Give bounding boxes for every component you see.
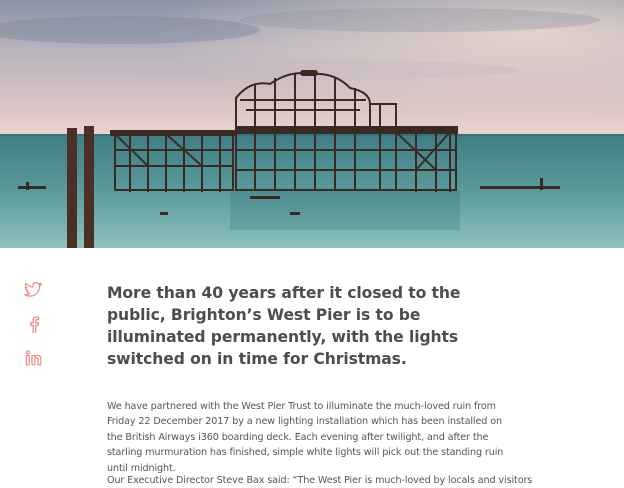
share-facebook-button[interactable] bbox=[24, 316, 48, 340]
article-lead: More than 40 years after it closed to th… bbox=[107, 284, 461, 368]
twitter-icon bbox=[24, 282, 42, 297]
article-content: More than 40 years after it closed to th… bbox=[107, 282, 532, 486]
linkedin-icon bbox=[25, 350, 42, 366]
article-page: More than 40 years after it closed to th… bbox=[0, 0, 624, 488]
share-bar bbox=[24, 280, 50, 384]
share-twitter-button[interactable] bbox=[24, 282, 48, 306]
hero-image bbox=[0, 0, 624, 248]
article-paragraph: Our Executive Director Steve Bax said: “… bbox=[107, 475, 533, 486]
article-paragraph: We have partnered with the West Pier Tru… bbox=[107, 401, 504, 474]
share-linkedin-button[interactable] bbox=[24, 350, 48, 374]
facebook-icon bbox=[30, 316, 40, 334]
